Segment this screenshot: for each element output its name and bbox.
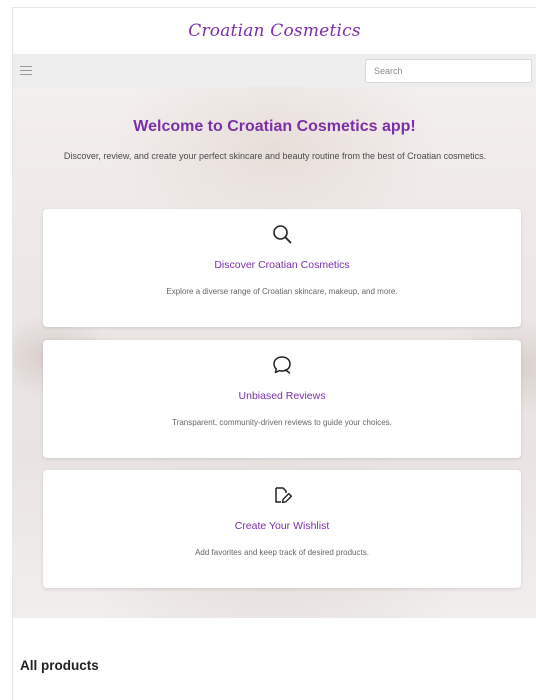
hero-subtitle: Discover, review, and create your perfec… xyxy=(63,151,487,161)
search-icon xyxy=(43,223,521,245)
feature-card-wishlist[interactable]: Create Your Wishlist Add favorites and k… xyxy=(43,470,521,588)
all-products-heading: All products xyxy=(20,658,99,673)
feature-description: Add favorites and keep track of desired … xyxy=(195,548,369,557)
hero-title: Welcome to Croatian Cosmetics app! xyxy=(133,118,416,135)
feature-description: Transparent, community-driven reviews to… xyxy=(172,418,392,427)
note-edit-icon xyxy=(43,484,521,506)
search-input[interactable] xyxy=(365,58,532,83)
feature-card-reviews[interactable]: Unbiased Reviews Transparent, community-… xyxy=(43,340,521,458)
feature-title: Unbiased Reviews xyxy=(238,390,326,402)
feature-title: Create Your Wishlist xyxy=(234,520,330,532)
feature-card-discover[interactable]: Discover Croatian Cosmetics Explore a di… xyxy=(43,209,521,327)
app-frame: Croatian Cosmetics Welcome to Croatian C… xyxy=(12,7,536,700)
brand-logo-text[interactable]: Croatian Cosmetics xyxy=(188,21,361,41)
top-navbar xyxy=(13,54,536,87)
hamburger-menu-icon[interactable] xyxy=(20,66,32,75)
hero-section: Welcome to Croatian Cosmetics app! Disco… xyxy=(13,87,536,618)
brand-header: Croatian Cosmetics xyxy=(13,8,536,54)
feature-title: Discover Croatian Cosmetics xyxy=(214,259,350,271)
feature-description: Explore a diverse range of Croatian skin… xyxy=(166,287,398,296)
chat-bubble-icon xyxy=(43,354,521,376)
